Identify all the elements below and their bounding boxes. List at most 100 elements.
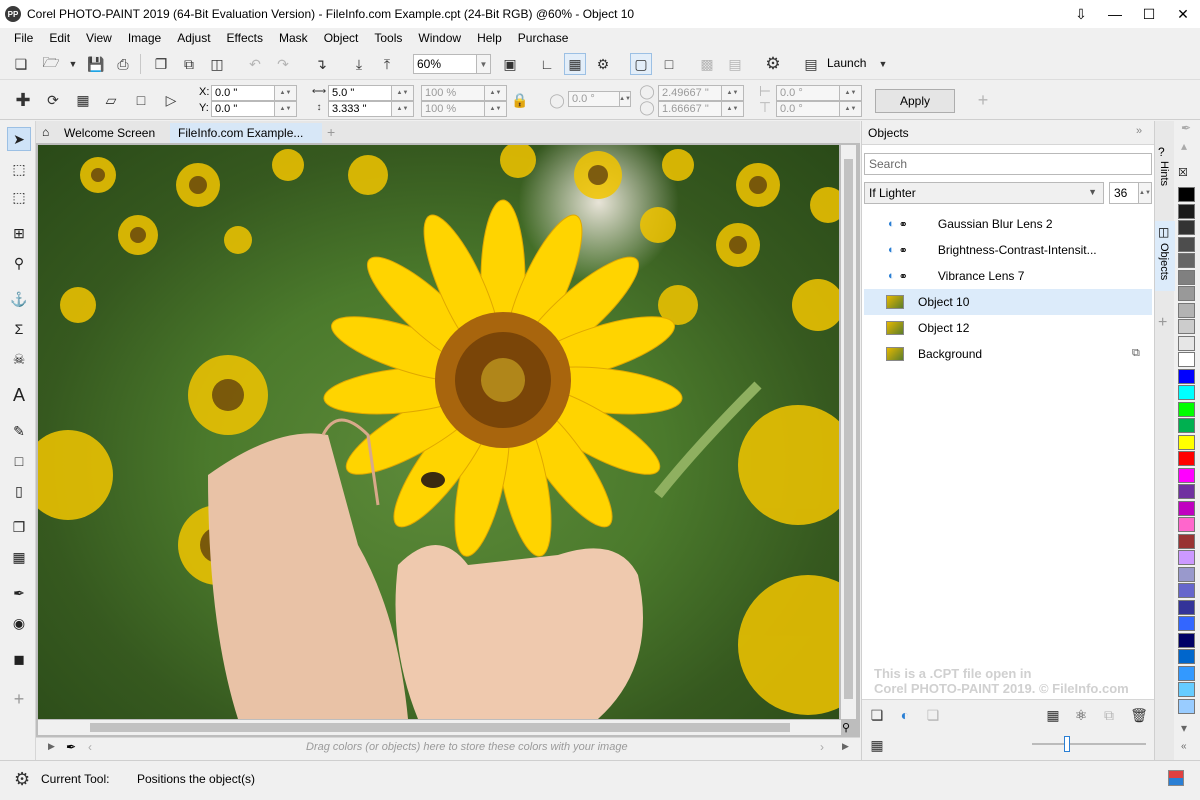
canvas-area[interactable]: ⚲ — [36, 143, 860, 737]
thumbnail-size-slider[interactable] — [1032, 743, 1146, 745]
save-icon[interactable]: 💾 — [85, 53, 107, 75]
palette-swatch[interactable] — [1178, 451, 1195, 466]
objects-search-input[interactable]: Search — [864, 153, 1152, 175]
link-icon[interactable]: ⚭ — [899, 270, 908, 283]
tab-objects[interactable]: Objects — [1158, 243, 1170, 280]
visibility-eye-icon[interactable]: ◐ — [888, 244, 895, 256]
menu-adjust[interactable]: Adjust — [169, 31, 218, 45]
x-position-field[interactable]: 0.0 " — [211, 85, 275, 101]
zoom-fit-icon[interactable]: ▣ — [499, 53, 521, 75]
add-docker-icon[interactable]: + — [1158, 314, 1167, 332]
paint-tool-icon[interactable]: ✎ — [7, 419, 31, 443]
object-marquee-icon[interactable]: □ — [658, 53, 680, 75]
palette-swatch[interactable] — [1178, 599, 1195, 615]
palette-scroll-down-icon[interactable]: ▾ — [1181, 721, 1187, 735]
opacity-field[interactable]: 36 — [1109, 182, 1139, 204]
zoom-level-field[interactable]: 60% — [413, 54, 477, 74]
palette-swatch[interactable] — [1178, 467, 1195, 483]
eraser-tool-icon[interactable]: ▯ — [7, 479, 31, 503]
rulers-icon[interactable]: ∟ — [536, 53, 558, 75]
paste-icon[interactable]: ◫ — [206, 53, 228, 75]
drop-shadow-tool-icon[interactable]: ❐ — [7, 515, 31, 539]
zoom-dropdown-icon[interactable]: ▼ — [477, 54, 491, 74]
undo-icon[interactable]: ↶ — [244, 53, 266, 75]
add-toolbar-icon[interactable]: + — [972, 89, 994, 111]
center-x-field[interactable]: 2.49667 " — [658, 85, 722, 101]
combine-icon[interactable]: ⧉ — [1098, 704, 1120, 726]
palette-swatch[interactable] — [1178, 335, 1195, 351]
checkerboard-icon[interactable]: ▦ — [866, 734, 888, 756]
scale-width-field[interactable]: 100 % — [421, 85, 485, 101]
crop-tool-icon[interactable]: ⊞ — [7, 221, 31, 245]
palette-swatch[interactable] — [1178, 434, 1195, 450]
center-y-field[interactable]: 1.66667 " — [658, 101, 722, 117]
vertical-scrollbar[interactable] — [841, 145, 856, 719]
layer-row[interactable]: ◐ ⚭ Brightness-Contrast-Intensit... — [864, 237, 1152, 263]
mask-marquee-icon[interactable]: ▢ — [630, 53, 652, 75]
layer-row[interactable]: Object 12 — [864, 315, 1152, 341]
no-color-icon[interactable]: ☒ — [1178, 166, 1188, 179]
menu-edit[interactable]: Edit — [41, 31, 78, 45]
tab-document[interactable]: FileInfo.com Example... — [170, 123, 322, 143]
new-document-icon[interactable]: ❏ — [10, 53, 32, 75]
rectangle-mask-tool-icon[interactable]: ⬚ — [7, 157, 31, 181]
height-field[interactable]: 3.333 " — [328, 101, 392, 117]
skew-vertical-field[interactable]: 0.0 ° — [776, 101, 840, 117]
redo-icon[interactable]: ↷ — [272, 53, 294, 75]
sunflower-photo[interactable] — [38, 145, 839, 719]
y-spinner[interactable]: ▲▼ — [275, 101, 297, 117]
palette-swatch[interactable] — [1178, 418, 1195, 433]
maximize-button[interactable]: ☐ — [1132, 0, 1166, 28]
scale-height-spinner[interactable]: ▲▼ — [485, 101, 507, 117]
visibility-eye-icon[interactable]: ◐ — [888, 218, 895, 230]
horizontal-scrollbar[interactable] — [38, 720, 841, 735]
palette-swatch[interactable] — [1178, 500, 1195, 516]
menu-image[interactable]: Image — [120, 31, 169, 45]
status-gear-icon[interactable]: ⚙ — [14, 769, 30, 790]
background-lock-icon[interactable]: ⧉ — [1132, 347, 1140, 360]
color-eyedropper-icon[interactable]: ✒ — [7, 581, 31, 605]
color-status-icon[interactable] — [1168, 770, 1184, 786]
snap-icon[interactable]: ⚙ — [592, 53, 614, 75]
skew-horizontal-field[interactable]: 0.0 ° — [776, 85, 840, 101]
shape-tool-icon[interactable]: □ — [7, 449, 31, 473]
palette-swatch[interactable] — [1178, 302, 1195, 318]
layer-row[interactable]: ◐ ⚭ Gaussian Blur Lens 2 — [864, 211, 1152, 237]
close-button[interactable]: ✕ — [1166, 0, 1200, 28]
print-icon[interactable]: ⎙ — [112, 53, 134, 75]
clone-tool-icon[interactable]: ☠ — [7, 347, 31, 371]
width-spinner[interactable]: ▲▼ — [392, 85, 414, 101]
menu-tools[interactable]: Tools — [366, 31, 410, 45]
apply-button[interactable]: Apply — [875, 89, 955, 113]
tab-welcome-screen[interactable]: Welcome Screen — [56, 123, 172, 143]
palette-swatch[interactable] — [1178, 368, 1195, 384]
palette-swatch[interactable] — [1178, 665, 1195, 681]
layer-row[interactable]: Object 10 — [864, 289, 1152, 315]
transparency-tool-icon[interactable]: ▦ — [7, 545, 31, 569]
eyedropper-tool-icon[interactable]: ⚓ — [7, 287, 31, 311]
launch-dropdown-icon[interactable]: ▼ — [872, 53, 894, 75]
tray-scroll-right-icon[interactable]: › — [820, 740, 824, 754]
mask-overlay-icon[interactable]: ▩ — [696, 53, 718, 75]
tray-menu-icon[interactable]: ▶ — [842, 741, 849, 752]
visibility-eye-icon[interactable]: ◐ — [888, 270, 895, 282]
merge-icon[interactable]: ▦ — [1042, 704, 1064, 726]
color-tray[interactable]: ▶ ✒ ‹ Drag colors (or objects) here to s… — [36, 737, 860, 757]
color-swatches-icon[interactable]: ◼ — [7, 647, 31, 671]
palette-swatch[interactable] — [1178, 286, 1195, 301]
distort-mode-icon[interactable]: □ — [130, 89, 152, 111]
palette-swatch[interactable] — [1178, 236, 1195, 252]
add-tool-icon[interactable]: + — [7, 687, 31, 711]
clip-mask-icon[interactable]: ⚛ — [1070, 704, 1092, 726]
link-icon[interactable]: ⚭ — [899, 244, 908, 257]
palette-tool-icon[interactable]: ✒ — [1181, 121, 1191, 135]
center-x-spinner[interactable]: ▲▼ — [722, 85, 744, 101]
link-icon[interactable]: ⚭ — [899, 218, 908, 231]
skew-v-spinner[interactable]: ▲▼ — [840, 101, 862, 117]
palette-scroll-up-icon[interactable]: ▴ — [1181, 139, 1187, 153]
mask-transform-tool-icon[interactable]: ⬚ — [7, 185, 31, 209]
open-folder-icon[interactable]: 🗁 — [40, 53, 62, 75]
mask-view-icon[interactable]: ▤ — [724, 53, 746, 75]
blend-dropdown-icon[interactable]: ▼ — [1088, 187, 1097, 197]
delete-trash-icon[interactable]: 🗑 — [1128, 704, 1150, 726]
